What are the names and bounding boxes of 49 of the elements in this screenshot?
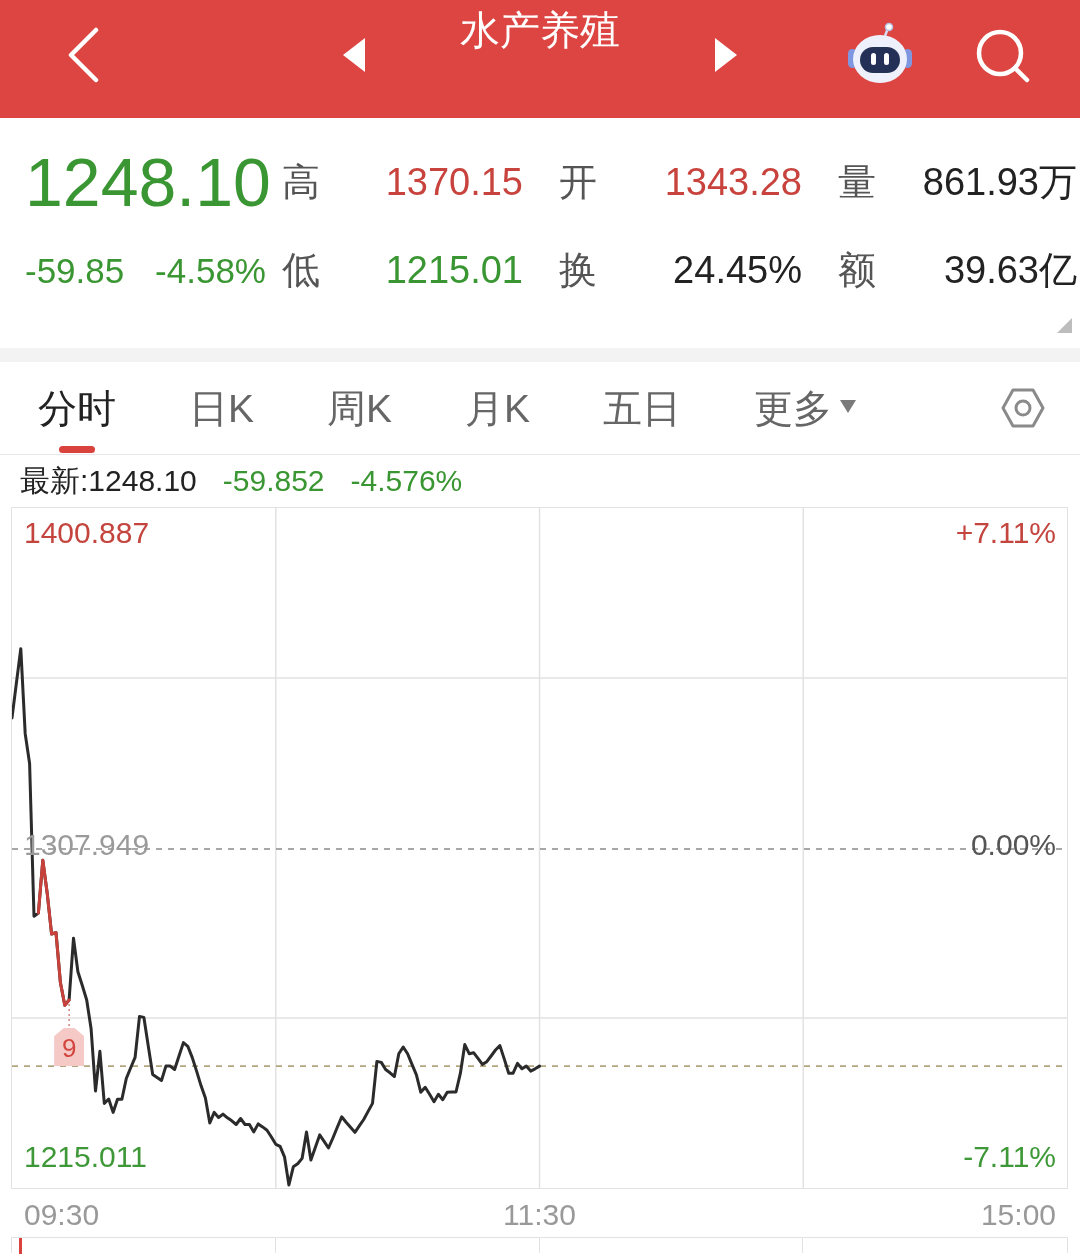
current-price: 1248.10	[25, 148, 271, 216]
latest-price: 最新:1248.10	[20, 466, 197, 496]
stat-value: 1343.28	[664, 163, 802, 201]
stat-value: 1215.01	[385, 251, 523, 289]
page-title: 水产养殖	[460, 7, 620, 54]
period-tab[interactable]: 日K	[189, 362, 254, 454]
volume-bar	[19, 1238, 22, 1254]
right-triangle-icon	[715, 38, 737, 72]
settings-icon	[1001, 388, 1045, 428]
robot-icon	[848, 22, 912, 86]
signal-badge[interactable]: 9	[54, 1027, 85, 1066]
stat-label: 量	[838, 163, 876, 201]
back-button[interactable]	[66, 27, 100, 83]
stat-label: 低	[282, 251, 320, 289]
y-axis-label: 1215.011	[24, 1141, 147, 1174]
back-icon	[66, 27, 100, 83]
stat-label: 开	[559, 163, 597, 201]
assistant-button[interactable]	[848, 22, 912, 86]
latest-change: -59.852	[222, 466, 325, 496]
percent-axis-label: 0.00%	[970, 829, 1056, 862]
percent-axis-label: -7.11%	[963, 1141, 1056, 1174]
tab-indicator	[59, 446, 95, 453]
stat-value: 39.63亿	[943, 251, 1077, 289]
time-axis-label: 09:30	[24, 1199, 100, 1231]
search-button[interactable]	[975, 28, 1031, 84]
stat-value: 1370.15	[385, 163, 523, 201]
period-tab[interactable]: 月K	[465, 362, 531, 454]
period-tab[interactable]: 周K	[327, 362, 393, 454]
period-tab[interactable]: 五日	[603, 362, 682, 454]
next-button[interactable]	[715, 38, 737, 72]
period-tab[interactable]: 分时	[38, 362, 116, 454]
stat-value: 861.93万	[922, 163, 1077, 201]
caret-icon	[840, 399, 857, 413]
stat-label: 换	[559, 251, 597, 289]
latest-percent-change: -4.576%	[350, 466, 463, 496]
previous-button[interactable]	[343, 38, 365, 72]
y-axis-label: 1400.887	[24, 516, 150, 549]
stat-value: 24.45%	[673, 251, 802, 289]
percent-change: -4.58%	[155, 252, 266, 288]
search-icon	[975, 28, 1031, 84]
percent-axis-label: +7.11%	[955, 516, 1056, 549]
stat-label: 高	[282, 163, 320, 201]
more-dropdown-tab[interactable]: 更多	[754, 362, 857, 454]
left-triangle-icon	[343, 38, 365, 72]
stat-label: 额	[838, 251, 876, 289]
settings-button[interactable]	[1001, 388, 1045, 428]
price-change: -59.85	[25, 252, 125, 288]
time-axis-label: 11:30	[503, 1199, 576, 1231]
time-axis-label: 15:00	[980, 1199, 1056, 1231]
